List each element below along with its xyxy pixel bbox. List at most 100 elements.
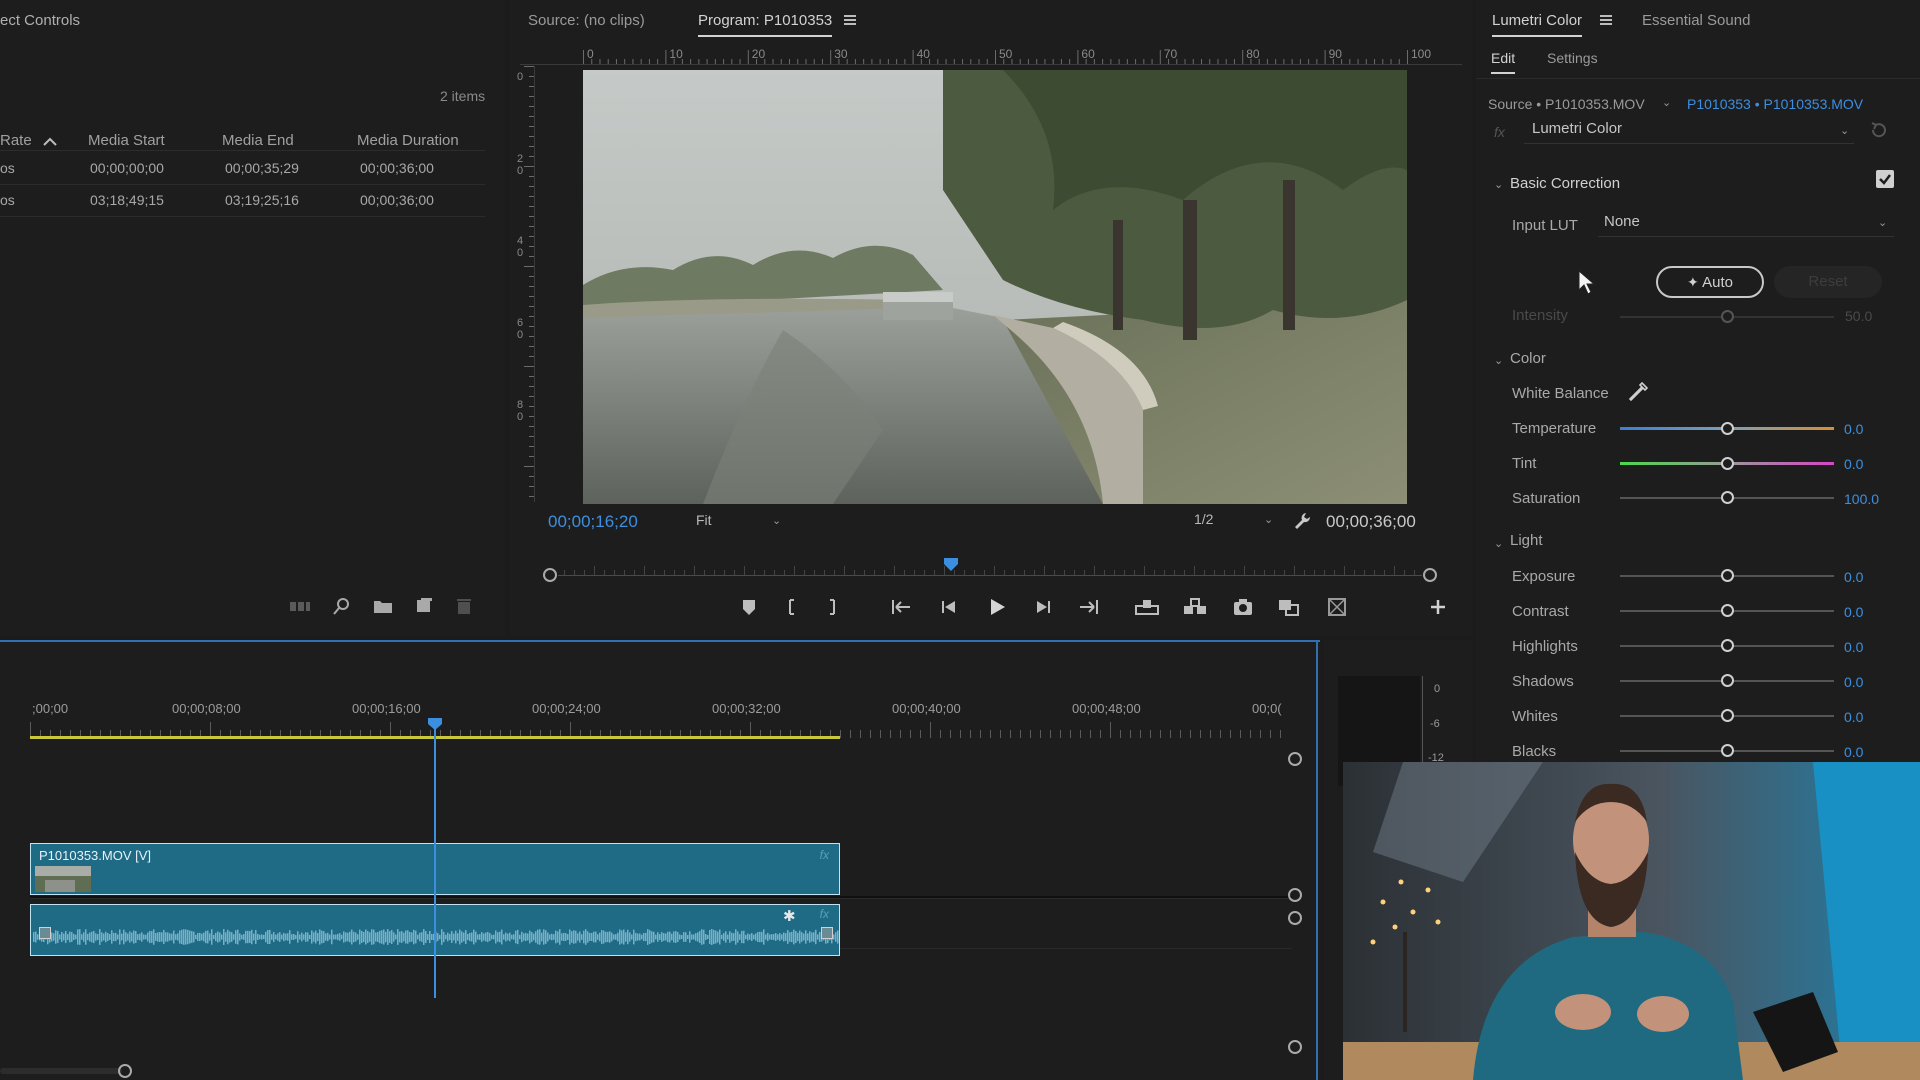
chevron-down-icon[interactable]: ⌄	[1494, 178, 1503, 191]
table-row[interactable]: os 00;00;00;00 00;00;35;29 00;00;36;00	[0, 156, 485, 186]
resolution-dropdown[interactable]: 1/2 ⌄	[1194, 511, 1280, 533]
whites-slider-handle[interactable]	[1721, 709, 1734, 722]
exposure-value[interactable]: 0.0	[1844, 569, 1863, 585]
section-basic-correction[interactable]: Basic Correction	[1510, 175, 1620, 192]
saturation-slider[interactable]	[1620, 491, 1834, 504]
audio-in-handle[interactable]	[39, 927, 51, 939]
wrench-icon[interactable]	[1292, 510, 1312, 530]
reset-button[interactable]: Reset	[1774, 266, 1882, 298]
horizontal-zoom-bar[interactable]	[0, 1068, 122, 1074]
audio-out-handle[interactable]	[821, 927, 833, 939]
zoom-level-dropdown[interactable]: Fit ⌄	[696, 512, 788, 534]
exposure-slider-handle[interactable]	[1721, 569, 1734, 582]
tab-essential-sound[interactable]: Essential Sound	[1642, 12, 1750, 29]
scroll-handle-bottom[interactable]	[1288, 1040, 1302, 1054]
section-color[interactable]: Color	[1510, 350, 1546, 367]
tab-source[interactable]: Source: (no clips)	[528, 12, 645, 29]
current-timecode[interactable]: 00;00;16;20	[548, 512, 638, 532]
new-item-icon[interactable]	[414, 596, 434, 616]
eyedropper-icon[interactable]	[1628, 381, 1650, 403]
program-video-frame[interactable]	[583, 70, 1407, 504]
temperature-value[interactable]: 0.0	[1844, 421, 1863, 437]
step-back-icon[interactable]	[936, 596, 962, 622]
panel-tab-effect-controls[interactable]: ect Controls	[0, 12, 80, 29]
scroll-handle-video[interactable]	[1288, 888, 1302, 902]
button-editor-plus-icon[interactable]	[1425, 596, 1451, 622]
monitor-scrubber[interactable]	[540, 558, 1440, 582]
step-forward-icon[interactable]	[1030, 596, 1056, 622]
column-header-media-start[interactable]: Media Start	[88, 132, 165, 149]
whites-value[interactable]: 0.0	[1844, 709, 1863, 725]
auto-button[interactable]: ✦ Auto	[1656, 266, 1764, 298]
table-row[interactable]: os 03;18;49;15 03;19;25;16 00;00;36;00	[0, 188, 485, 218]
tab-lumetri-color[interactable]: Lumetri Color	[1492, 12, 1583, 37]
basic-correction-checkbox[interactable]	[1876, 170, 1894, 188]
column-header-rate[interactable]: Rate	[0, 132, 32, 149]
scrubber-end-handle[interactable]	[1423, 568, 1437, 582]
chevron-down-icon[interactable]: ⌄	[1494, 354, 1503, 367]
freeform-view-icon[interactable]	[288, 598, 312, 614]
temperature-slider-handle[interactable]	[1721, 422, 1734, 435]
effect-selector-dropdown[interactable]: Lumetri Color ⌄	[1524, 120, 1854, 144]
sort-ascending-icon[interactable]	[42, 134, 58, 148]
panel-menu-icon[interactable]	[1600, 13, 1614, 27]
section-light[interactable]: Light	[1510, 532, 1543, 549]
tint-value[interactable]: 0.0	[1844, 456, 1863, 472]
extract-icon[interactable]	[1182, 596, 1208, 622]
column-header-media-end[interactable]: Media End	[222, 132, 294, 149]
source-clip-dropdown[interactable]: Source • P1010353.MOV	[1488, 96, 1645, 112]
highlights-slider[interactable]	[1620, 639, 1834, 652]
shadows-slider-handle[interactable]	[1721, 674, 1734, 687]
tint-slider[interactable]	[1620, 457, 1834, 470]
go-to-out-icon[interactable]	[1076, 596, 1102, 622]
find-icon[interactable]	[332, 596, 352, 616]
scroll-handle-audio[interactable]	[1288, 911, 1302, 925]
contrast-slider[interactable]	[1620, 604, 1834, 617]
fx-icon[interactable]: fx	[1494, 124, 1505, 140]
contrast-value[interactable]: 0.0	[1844, 604, 1863, 620]
chevron-down-icon[interactable]: ⌄	[1494, 537, 1503, 550]
panel-menu-icon[interactable]	[844, 13, 858, 27]
exposure-slider[interactable]	[1620, 569, 1834, 582]
saturation-slider-handle[interactable]	[1721, 491, 1734, 504]
mark-out-icon[interactable]	[820, 596, 846, 622]
blacks-slider[interactable]	[1620, 744, 1834, 757]
new-bin-icon[interactable]	[372, 596, 394, 616]
highlights-value[interactable]: 0.0	[1844, 639, 1863, 655]
saturation-value[interactable]: 100.0	[1844, 491, 1879, 507]
whites-slider[interactable]	[1620, 709, 1834, 722]
scrubber-end-handle[interactable]	[543, 568, 557, 582]
intensity-slider[interactable]	[1620, 310, 1834, 323]
mark-in-icon[interactable]	[778, 596, 804, 622]
temperature-slider[interactable]	[1620, 422, 1834, 435]
sequence-clip-link[interactable]: P1010353 • P1010353.MOV	[1687, 96, 1863, 112]
playhead-marker[interactable]	[943, 558, 959, 572]
intensity-slider-handle[interactable]	[1721, 310, 1734, 323]
tint-slider-handle[interactable]	[1721, 457, 1734, 470]
comparison-view-icon[interactable]	[1276, 596, 1302, 622]
timeline-playhead[interactable]	[427, 718, 443, 998]
blacks-slider-handle[interactable]	[1721, 744, 1734, 757]
camera-icon[interactable]	[1230, 596, 1256, 622]
shadows-slider[interactable]	[1620, 674, 1834, 687]
add-marker-icon[interactable]	[736, 596, 762, 622]
zoom-handle[interactable]	[118, 1064, 132, 1078]
subtab-settings[interactable]: Settings	[1547, 50, 1598, 66]
reset-effect-icon[interactable]	[1868, 120, 1888, 140]
trash-icon[interactable]	[454, 596, 474, 616]
input-lut-dropdown[interactable]: None ⌄	[1598, 213, 1894, 237]
column-header-media-duration[interactable]: Media Duration	[357, 132, 459, 149]
contrast-slider-handle[interactable]	[1721, 604, 1734, 617]
play-icon[interactable]	[984, 596, 1010, 622]
chevron-down-icon[interactable]: ⌄	[1662, 96, 1671, 109]
shadows-value[interactable]: 0.0	[1844, 674, 1863, 690]
highlights-slider-handle[interactable]	[1721, 639, 1734, 652]
lift-icon[interactable]	[1134, 596, 1160, 622]
scroll-handle-top[interactable]	[1288, 752, 1302, 766]
tab-program[interactable]: Program: P1010353	[698, 12, 833, 37]
proxy-toggle-icon[interactable]	[1324, 596, 1350, 622]
go-to-in-icon[interactable]	[888, 596, 914, 622]
keyframe-star-icon[interactable]: ✱	[783, 907, 796, 925]
intensity-value[interactable]: 50.0	[1845, 308, 1872, 324]
blacks-value[interactable]: 0.0	[1844, 744, 1863, 760]
